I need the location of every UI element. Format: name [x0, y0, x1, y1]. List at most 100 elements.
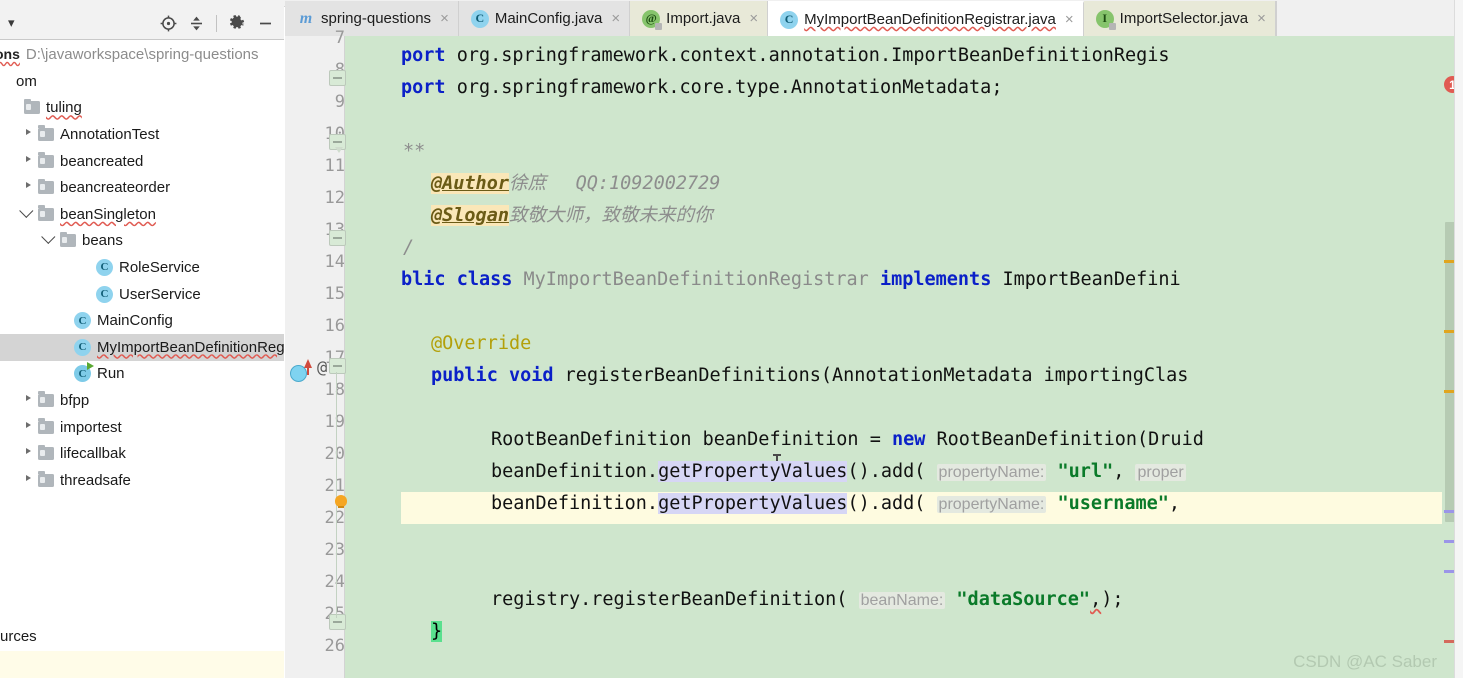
code-line[interactable]: port org.springframework.core.type.Annot… [401, 72, 1002, 104]
comma: , [1168, 493, 1181, 514]
tree-item-label: UserService [119, 285, 201, 303]
chevron-right-icon [26, 155, 31, 162]
annotation-gutter-marker[interactable]: @ [317, 358, 327, 378]
interface-name: ImportBeanDefini [991, 269, 1181, 290]
method-name-highlighted: getPropertyValues [658, 461, 848, 482]
declaration: RootBeanDefinition beanDefinition = [491, 429, 892, 450]
tree-item-bfpp[interactable]: bfpp [0, 387, 284, 414]
code-line[interactable]: beanDefinition.getPropertyValues().add( … [491, 456, 1186, 489]
folder-icon [38, 125, 54, 141]
code-line[interactable]: } [431, 616, 443, 648]
javadoc-author-value: 徐庶 QQ:1092002729 [508, 173, 721, 194]
tree-item-beancreated[interactable]: beancreated [0, 148, 284, 175]
lightbulb-icon[interactable] [335, 495, 347, 508]
tree-item-beancreateorder[interactable]: beancreateorder [0, 174, 284, 201]
tree-expander[interactable] [22, 447, 35, 460]
tree-item-roleservice[interactable]: C RoleService [0, 254, 284, 281]
gutter-icon-strip: @ [290, 36, 401, 678]
string-literal: "dataSource" [945, 589, 1091, 610]
close-icon[interactable]: × [440, 11, 449, 26]
import-path: org.springframework.core.type.Annotation… [445, 77, 1003, 98]
close-icon[interactable]: × [1065, 12, 1074, 27]
tree-expander[interactable] [22, 128, 35, 141]
hide-panel-button[interactable] [252, 11, 278, 35]
tree-item-run[interactable]: C Run [0, 361, 284, 388]
tab-mainconfig-java[interactable]: C MainConfig.java × [458, 1, 631, 36]
code-line[interactable]: RootBeanDefinition beanDefinition = new … [491, 424, 1204, 456]
tree-item-resources[interactable]: urces [0, 623, 284, 649]
tab-myimportbeandefinitionregistrar-java[interactable]: C MyImportBeanDefinitionRegistrar.java × [768, 1, 1084, 36]
code-line[interactable]: blic class MyImportBeanDefinitionRegistr… [401, 264, 1181, 296]
tree-expander[interactable] [22, 421, 35, 434]
tab-bar-filler [1275, 1, 1463, 36]
collapse-all-button[interactable] [183, 11, 209, 35]
code-line[interactable]: registry.registerBeanDefinition( beanNam… [491, 584, 1124, 617]
editor-tab-bar[interactable]: m spring-questions × C MainConfig.java × @ Impo… [285, 0, 1463, 36]
settings-button[interactable] [224, 11, 250, 35]
code-line[interactable]: beanDefinition.getPropertyValues().add( … [491, 488, 1180, 521]
tree-item-annotationtest[interactable]: AnnotationTest [0, 121, 284, 148]
code-line[interactable]: ** [403, 136, 425, 168]
annotation-icon: @ [642, 9, 663, 30]
tab-import-java[interactable]: @ Import.java × [630, 1, 769, 36]
fold-marker-method[interactable] [329, 358, 346, 376]
tree-item-label: lifecallbak [60, 445, 126, 463]
project-tree[interactable]: om tuling AnnotationTest beancreated beancre… [0, 68, 284, 623]
code-line[interactable]: public void registerBeanDefinitions(Anno… [431, 360, 1188, 392]
import-path: org.springframework.context.annotation.I… [445, 45, 1170, 66]
keyword-modifiers: public void [431, 365, 554, 386]
project-toolbar: ▾ [0, 6, 284, 40]
tree-item-label: RoleService [119, 258, 200, 276]
code-line[interactable]: @Slogan致敬大师，致敬未来的你 [431, 200, 712, 232]
code-line[interactable]: @Override [431, 328, 531, 360]
fold-marker-javadoc-end[interactable] [329, 230, 346, 248]
close-icon[interactable]: × [611, 11, 620, 26]
close-icon[interactable]: × [1257, 11, 1266, 26]
tree-item-om[interactable]: om [0, 68, 284, 95]
code-text[interactable]: port org.springframework.context.annotat… [401, 36, 1463, 678]
javadoc-tag-slogan: @Slogan [431, 205, 509, 226]
javadoc-slogan-value: 致敬大师，致敬未来的你 [508, 205, 713, 226]
chevron-down-icon [19, 203, 34, 218]
tree-expander[interactable] [22, 181, 35, 194]
tree-expander[interactable] [22, 474, 35, 487]
code-line[interactable]: @Author徐庶 QQ:1092002729 [431, 168, 720, 200]
tree-collapser[interactable] [19, 203, 35, 221]
fold-marker-imports[interactable] [329, 70, 346, 88]
tab-importselector-java[interactable]: I ImportSelector.java × [1083, 1, 1276, 36]
line-number: 12 [324, 188, 345, 208]
code-line[interactable]: / [403, 232, 414, 264]
tree-item-userservice[interactable]: C UserService [0, 281, 284, 308]
tree-collapser[interactable] [41, 230, 57, 247]
tree-item-label: beancreated [60, 152, 144, 170]
code-line[interactable]: port org.springframework.context.annotat… [401, 40, 1170, 72]
tree-item-importest[interactable]: importest [0, 414, 284, 441]
tree-item-mainconfig[interactable]: C MainConfig [0, 307, 284, 334]
tree-item-label: Run [97, 365, 125, 383]
project-view-dropdown[interactable]: ▾ [8, 14, 15, 32]
method-name-highlighted: getPropertyValues [658, 493, 848, 514]
fold-marker-method-end[interactable] [329, 614, 346, 632]
locate-button[interactable] [155, 11, 181, 35]
tree-item-threadsafe[interactable]: threadsafe [0, 467, 284, 494]
folder-icon [38, 444, 54, 461]
tree-item-beans[interactable]: beans [0, 228, 284, 255]
folder-icon [38, 391, 54, 407]
override-arrow-icon[interactable] [304, 359, 312, 368]
tree-expander[interactable] [22, 155, 35, 168]
close-icon[interactable]: × [749, 11, 758, 26]
folder-icon [38, 205, 54, 221]
fold-marker-javadoc[interactable] [329, 134, 346, 153]
runnable-class-icon: C [74, 362, 94, 383]
line-number: 7 [334, 28, 345, 48]
string-literal: "username" [1046, 493, 1169, 514]
tree-item-beansingleton[interactable]: beanSingleton [0, 201, 284, 228]
tree-item-lifecallbak[interactable]: lifecallbak [0, 440, 284, 467]
folder-icon [38, 418, 54, 434]
tree-item-myimportbeandefinitionregis[interactable]: C MyImportBeanDefinitionRegis [0, 333, 284, 361]
tree-expander[interactable] [22, 394, 35, 407]
tree-item-tuling[interactable]: tuling [0, 95, 284, 122]
